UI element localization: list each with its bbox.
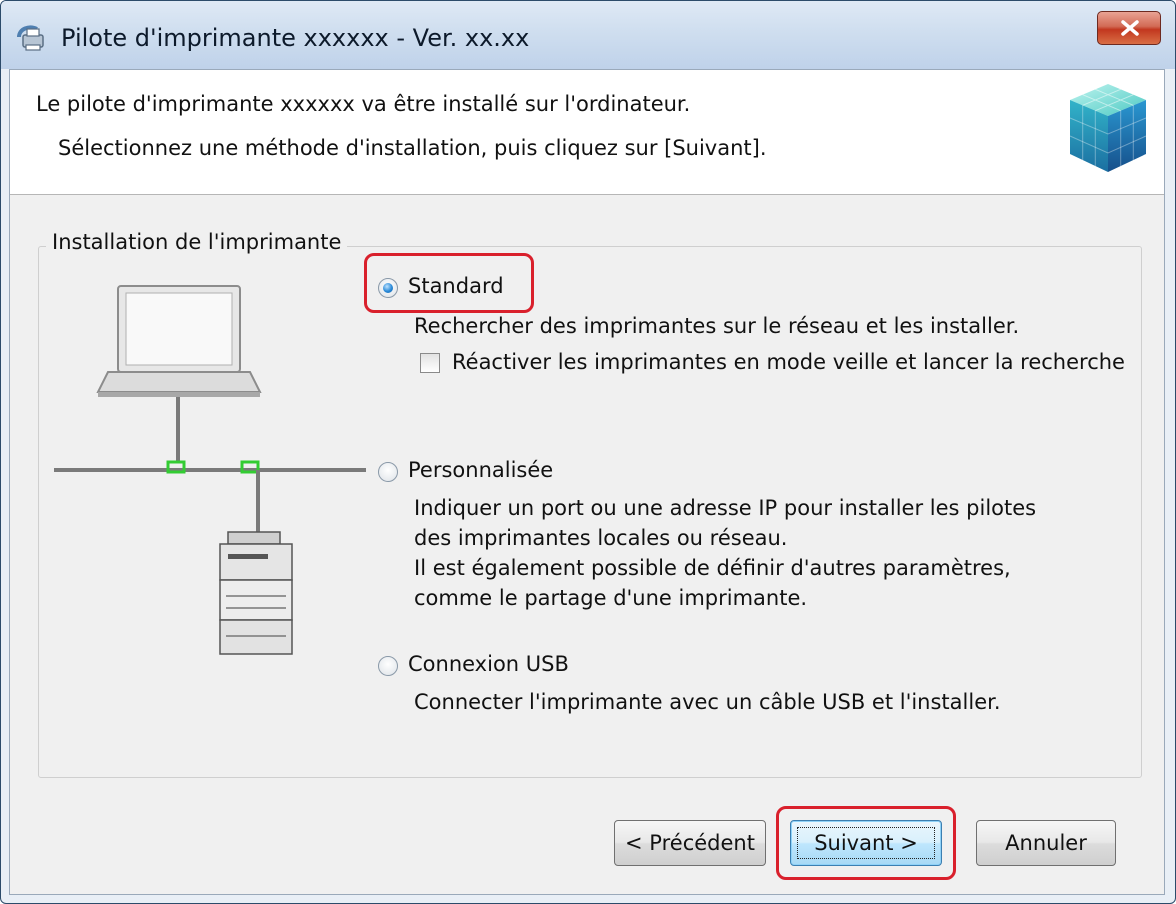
next-highlight (776, 806, 956, 880)
custom-description-line: des imprimantes locales ou réseau. (414, 526, 788, 550)
installer-cube-icon (1060, 78, 1156, 178)
printer-driver-icon (15, 23, 47, 53)
usb-label[interactable]: Connexion USB (408, 652, 569, 676)
custom-description-line: Indiquer un port ou une adresse IP pour … (414, 496, 1037, 520)
custom-description-line: Il est également possible de définir d'a… (414, 556, 1011, 580)
header-panel: Le pilote d'imprimante xxxxxx va être in… (10, 70, 1164, 195)
window-title: Pilote d'imprimante xxxxxx - Ver. xx.xx (61, 24, 530, 52)
group-title: Installation de l'imprimante (46, 230, 348, 254)
usb-radio[interactable] (378, 656, 398, 676)
close-icon (1121, 20, 1139, 36)
custom-radio[interactable] (378, 462, 398, 482)
standard-highlight (364, 253, 534, 313)
standard-description: Rechercher des imprimantes sur le réseau… (414, 314, 1020, 338)
reactivate-printers-label[interactable]: Réactiver les imprimantes en mode veille… (452, 350, 1125, 374)
header-message: Le pilote d'imprimante xxxxxx va être in… (36, 92, 691, 116)
close-button[interactable] (1097, 11, 1161, 45)
dialog-content: Le pilote d'imprimante xxxxxx va être in… (9, 69, 1165, 895)
installer-window: Pilote d'imprimante xxxxxx - Ver. xx.xx … (0, 0, 1176, 904)
header-instruction: Sélectionnez une méthode d'installation,… (58, 136, 767, 160)
back-button[interactable]: < Précédent (614, 820, 766, 866)
cancel-button[interactable]: Annuler (976, 820, 1116, 866)
laptop-network-printer-illustration (46, 284, 366, 664)
usb-description: Connecter l'imprimante avec un câble USB… (414, 690, 1001, 714)
custom-label[interactable]: Personnalisée (408, 458, 553, 482)
title-bar[interactable]: Pilote d'imprimante xxxxxx - Ver. xx.xx (1, 1, 1175, 69)
custom-description-line: comme le partage d'une imprimante. (414, 586, 808, 610)
reactivate-printers-checkbox[interactable] (420, 353, 440, 373)
